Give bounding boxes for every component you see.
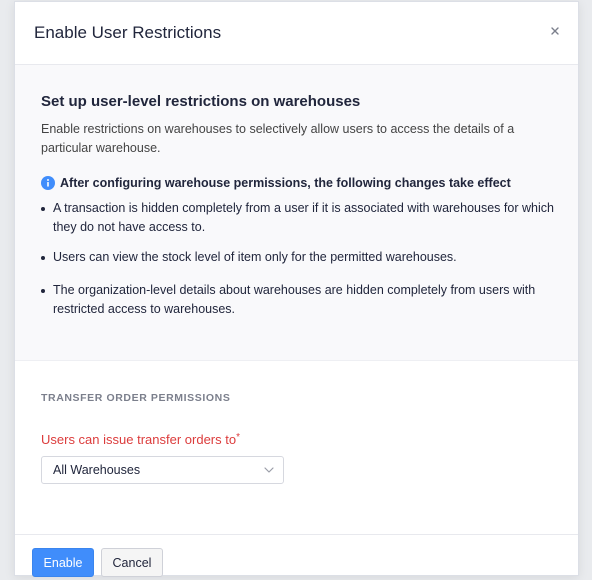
required-marker: * [236,432,240,443]
list-item: Users can view the stock level of item o… [41,248,568,267]
close-icon [551,27,559,35]
info-icon [41,176,55,190]
select-value: All Warehouses [53,463,141,477]
modal-header: Enable User Restrictions [15,2,578,65]
close-button[interactable] [546,22,564,40]
effects-list: A transaction is hidden completely from … [41,199,554,319]
notice: After configuring warehouse permissions,… [41,176,552,190]
chevron-down-icon [264,467,274,473]
section-description: Enable restrictions on warehouses to sel… [41,122,515,155]
modal-title: Enable User Restrictions [34,23,222,42]
field-label-text: Users can issue transfer orders to [41,432,237,447]
cancel-button[interactable]: Cancel [101,548,163,577]
transfer-order-permissions-section: TRANSFER ORDER PERMISSIONS Users can iss… [15,361,578,484]
section-heading: Set up user-level restrictions on wareho… [41,93,361,110]
permissions-heading: TRANSFER ORDER PERMISSIONS [41,392,231,404]
enable-user-restrictions-dialog: Enable User Restrictions Set up user-lev… [14,1,579,577]
list-item: A transaction is hidden completely from … [41,199,568,237]
enable-button[interactable]: Enable [32,548,94,577]
transfer-orders-select[interactable]: All Warehouses [41,456,284,484]
notice-text: After configuring warehouse permissions,… [60,176,511,190]
list-item: The organization-level details about war… [41,281,568,319]
info-panel: Set up user-level restrictions on wareho… [15,65,578,361]
transfer-orders-field-label: Users can issue transfer orders to* [41,432,552,447]
modal-footer: Enable Cancel [15,534,578,577]
